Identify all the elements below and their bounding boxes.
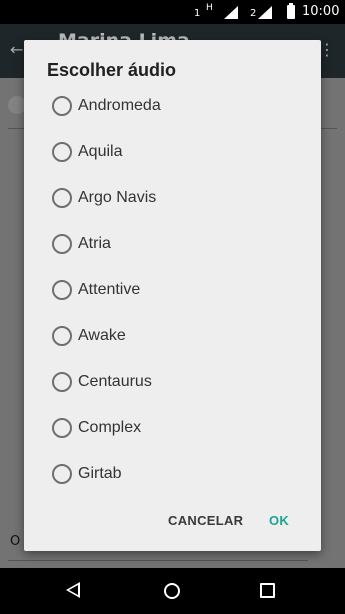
network-type-label: H xyxy=(206,3,213,13)
overflow-menu-icon: ⋮ xyxy=(319,40,335,59)
back-arrow-icon: ← xyxy=(10,40,24,59)
navigation-bar xyxy=(0,568,345,614)
option-label: Atria xyxy=(78,235,111,252)
option-label: Complex xyxy=(78,419,142,436)
background-bottom-divider xyxy=(8,560,308,561)
radio-button-icon[interactable] xyxy=(52,96,72,116)
background-bottom-text: O xyxy=(10,534,21,549)
option-label: Andromeda xyxy=(78,97,161,114)
signal-strength-icon xyxy=(258,6,272,19)
choose-audio-dialog: Escolher áudio Andromeda Aquila Argo Nav… xyxy=(24,40,321,551)
radio-button-icon[interactable] xyxy=(52,188,72,208)
option-label: Aquila xyxy=(78,143,123,160)
battery-icon xyxy=(287,3,295,19)
radio-option-atria[interactable]: Atria xyxy=(50,229,310,259)
status-bar: 1 H 2 10:00 xyxy=(0,0,345,24)
radio-button-icon[interactable] xyxy=(52,372,72,392)
clock: 10:00 xyxy=(302,4,340,19)
nav-home-icon[interactable] xyxy=(164,583,180,599)
radio-button-icon[interactable] xyxy=(52,280,72,300)
sim2-label: 2 xyxy=(250,8,257,19)
nav-recent-apps-icon[interactable] xyxy=(260,583,275,598)
radio-button-icon[interactable] xyxy=(52,234,72,254)
radio-option-aquila[interactable]: Aquila xyxy=(50,137,310,167)
dialog-title: Escolher áudio xyxy=(47,60,177,80)
radio-option-complex[interactable]: Complex xyxy=(50,413,310,443)
option-label: Girtab xyxy=(78,465,122,482)
radio-option-attentive[interactable]: Attentive xyxy=(50,275,310,305)
signal-strength-icon xyxy=(224,6,238,19)
nav-back-icon[interactable] xyxy=(66,582,80,598)
radio-button-icon[interactable] xyxy=(52,418,72,438)
radio-button-icon[interactable] xyxy=(52,464,72,484)
radio-option-centaurus[interactable]: Centaurus xyxy=(50,367,310,397)
ok-button[interactable]: OK xyxy=(269,513,289,528)
radio-option-andromeda[interactable]: Andromeda xyxy=(50,91,310,121)
option-label: Centaurus xyxy=(78,373,152,390)
cancel-button[interactable]: CANCELAR xyxy=(168,513,243,528)
radio-option-awake[interactable]: Awake xyxy=(50,321,310,351)
radio-button-icon[interactable] xyxy=(52,142,72,162)
option-label: Awake xyxy=(78,327,126,344)
radio-option-girtab[interactable]: Girtab xyxy=(50,459,310,489)
option-label: Attentive xyxy=(78,281,141,298)
radio-button-icon[interactable] xyxy=(52,326,72,346)
option-label: Argo Navis xyxy=(78,189,157,206)
radio-option-argo-navis[interactable]: Argo Navis xyxy=(50,183,310,213)
sim1-label: 1 xyxy=(194,8,201,19)
